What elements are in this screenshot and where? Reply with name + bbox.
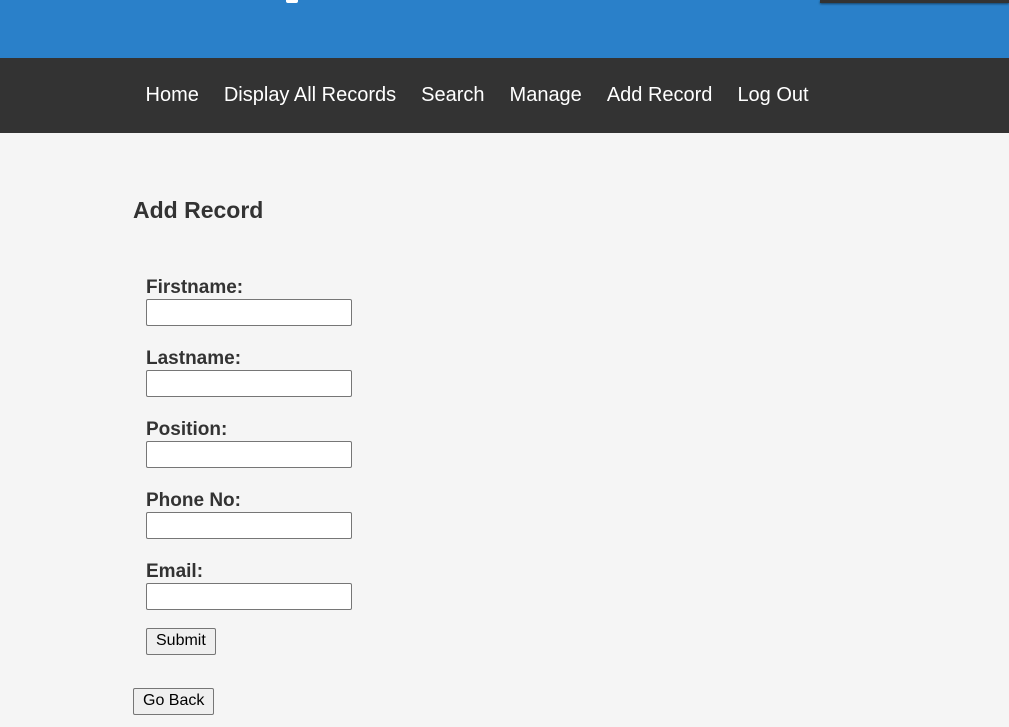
lastname-field: Lastname: — [146, 348, 1009, 419]
position-field: Position: — [146, 419, 1009, 490]
nav-bar: Home Display All Records Search Manage A… — [0, 58, 1009, 133]
site-header — [0, 0, 1009, 58]
phone-field: Phone No: — [146, 490, 1009, 561]
phone-input[interactable] — [146, 512, 352, 539]
firstname-input[interactable] — [146, 299, 352, 326]
email-label: Email: — [146, 561, 204, 582]
nav-item-add-record[interactable]: Add Record — [594, 84, 725, 107]
email-field: Email: — [146, 561, 1009, 632]
position-input[interactable] — [146, 441, 352, 468]
nav-item-home[interactable]: Home — [133, 84, 211, 107]
lastname-label: Lastname: — [146, 348, 242, 369]
phone-label: Phone No: — [146, 490, 241, 511]
header-corner-widget — [820, 0, 1009, 3]
nav-item-log-out[interactable]: Log Out — [725, 84, 821, 107]
email-input[interactable] — [146, 583, 352, 610]
main-content: Add Record Firstname: Lastname: Position… — [0, 133, 1009, 715]
add-record-form: Firstname: Lastname: Position: Phone No:… — [133, 277, 1009, 655]
firstname-label: Firstname: — [146, 277, 244, 298]
header-title-fragment — [286, 0, 298, 3]
back-row: Go Back — [133, 687, 1009, 715]
firstname-field: Firstname: — [146, 277, 1009, 348]
nav-item-manage[interactable]: Manage — [497, 84, 594, 107]
lastname-input[interactable] — [146, 370, 352, 397]
nav-item-display-all-records[interactable]: Display All Records — [211, 84, 408, 107]
page-title: Add Record — [133, 197, 264, 223]
submit-button[interactable]: Submit — [146, 627, 216, 655]
go-back-button[interactable]: Go Back — [133, 687, 215, 715]
position-label: Position: — [146, 419, 228, 440]
nav-item-search[interactable]: Search — [409, 84, 497, 107]
